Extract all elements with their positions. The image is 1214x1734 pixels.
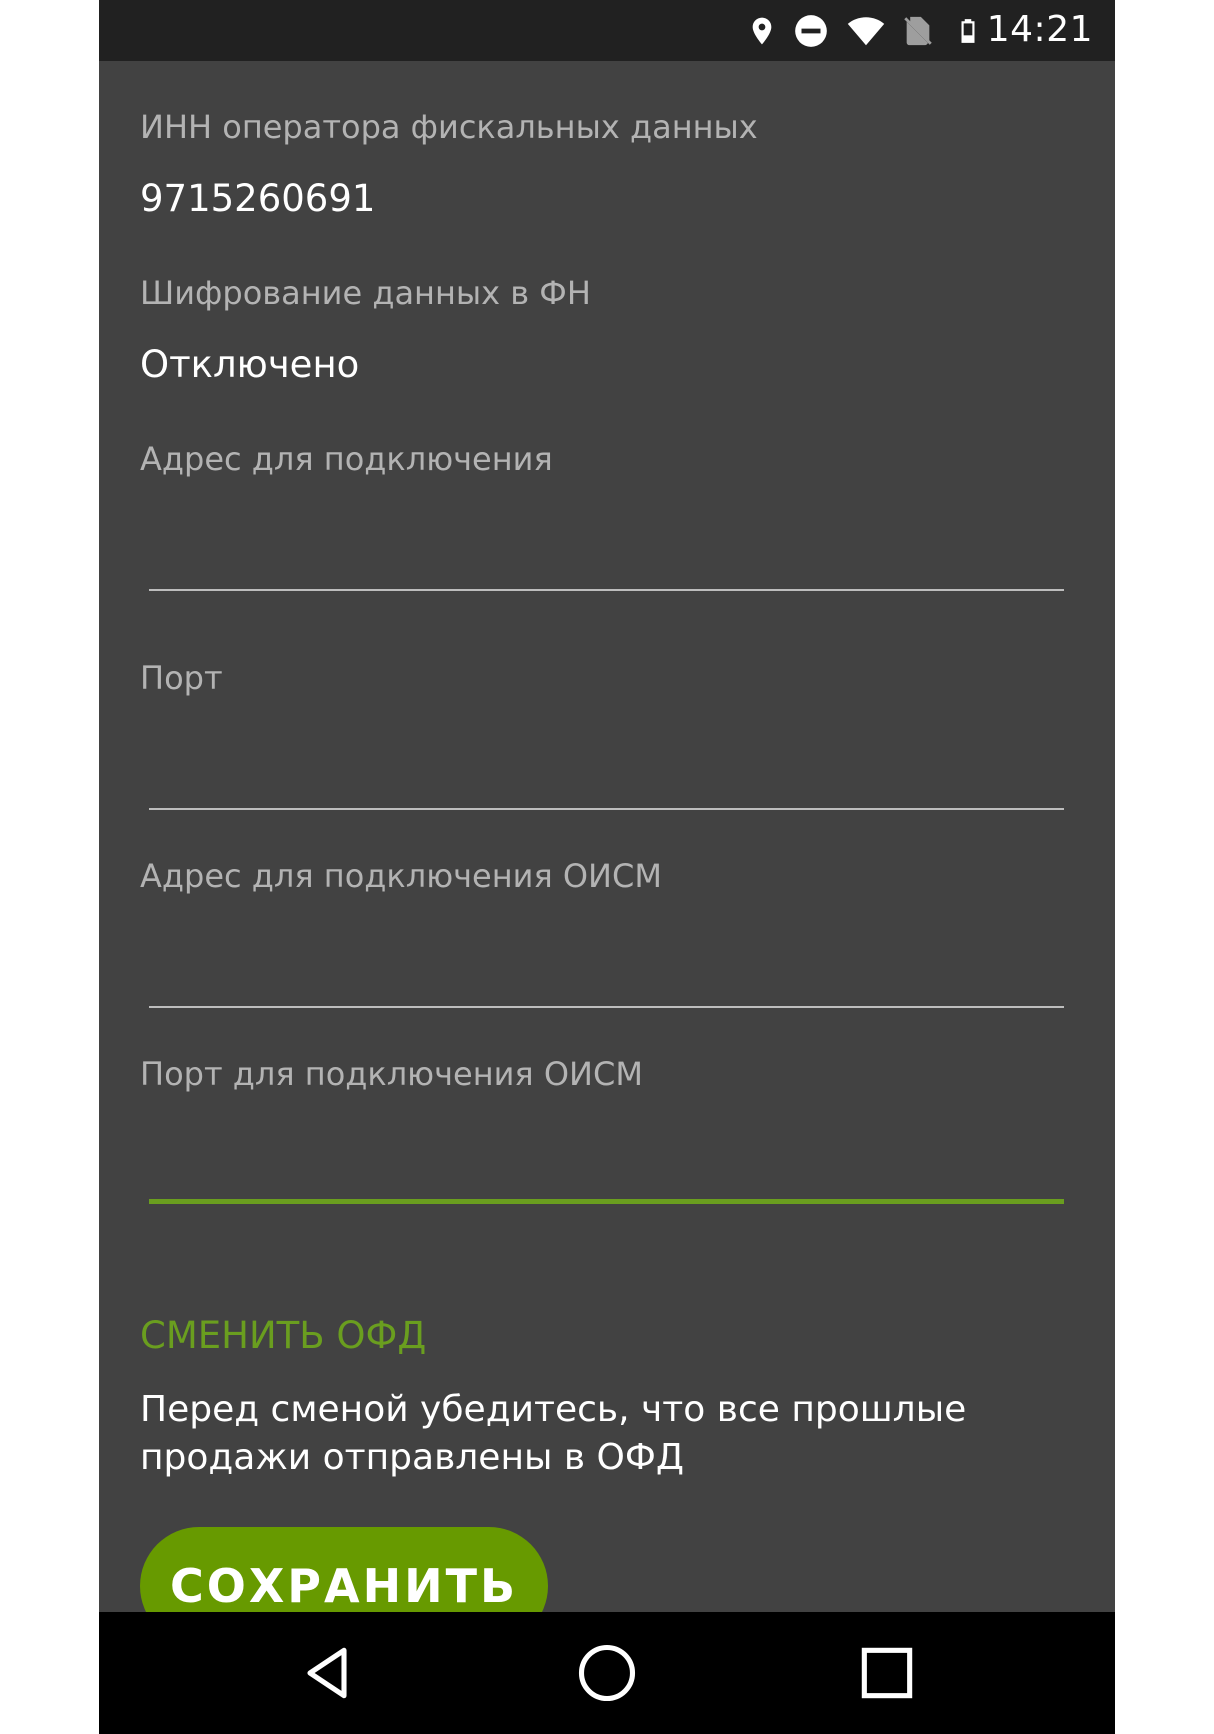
encryption-label: Шифрование данных в ФН (140, 274, 591, 312)
save-button[interactable]: СОХРАНИТЬ (140, 1527, 548, 1612)
phone-screen: 14:21 ИНН оператора фискальных данных 97… (99, 0, 1115, 1734)
address-label: Адрес для подключения (140, 440, 553, 478)
oism-port-input[interactable] (149, 1144, 1064, 1204)
ofd-inn-value: 9715260691 (140, 177, 376, 220)
change-ofd-warning: Перед сменой убедитесь, что все прошлые … (140, 1389, 967, 1478)
oism-address-input[interactable] (149, 948, 1064, 1008)
wifi-icon (844, 12, 888, 50)
location-icon (746, 12, 778, 50)
home-icon[interactable] (573, 1639, 641, 1707)
address-input[interactable] (149, 531, 1064, 591)
no-sim-icon (901, 12, 935, 50)
recents-icon[interactable] (853, 1639, 921, 1707)
oism-address-label: Адрес для подключения ОИСМ (140, 857, 662, 895)
encryption-value: Отключено (140, 343, 360, 386)
status-time: 14:21 (986, 9, 1093, 50)
change-ofd-link[interactable]: СМЕНИТЬ ОФД (140, 1314, 426, 1358)
port-label: Порт (140, 659, 223, 697)
status-bar: 14:21 (99, 0, 1115, 61)
port-input[interactable] (149, 750, 1064, 810)
navigation-bar (99, 1612, 1115, 1734)
battery-icon (955, 12, 981, 50)
ofd-settings-form: ИНН оператора фискальных данных 97152606… (99, 61, 1115, 1612)
ofd-inn-label: ИНН оператора фискальных данных (140, 108, 758, 146)
back-icon[interactable] (293, 1639, 361, 1707)
oism-port-label: Порт для подключения ОИСМ (140, 1055, 643, 1093)
do-not-disturb-icon (792, 12, 830, 50)
